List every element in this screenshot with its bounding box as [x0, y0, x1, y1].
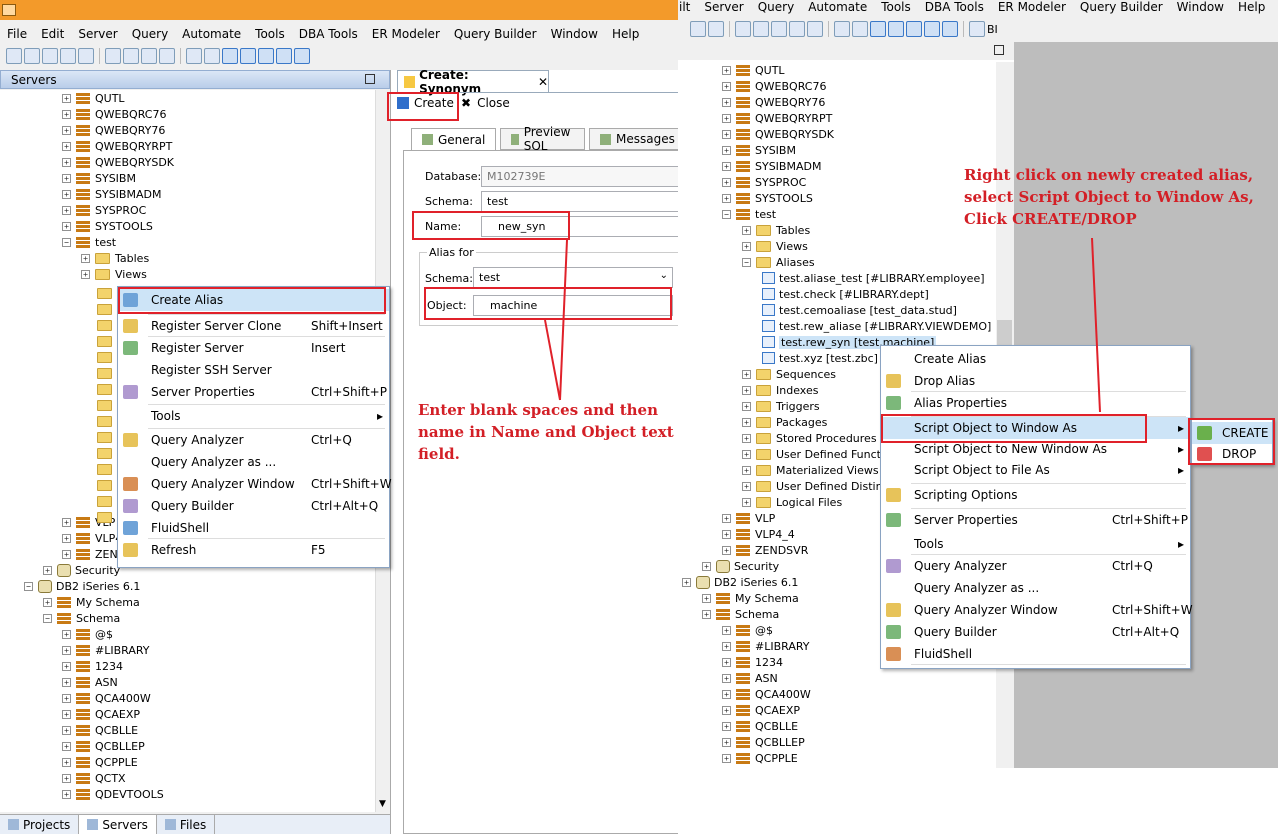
right-window: ilt Server Query Automate Tools DBA Tools ER M…: [678, 0, 1278, 834]
left-instruction-note: Enter blank spaces and then name in Name…: [418, 401, 674, 463]
left-window: File Edit Server Query Automate Tools DBA Tool…: [0, 0, 686, 834]
right-instruction-note: Right click on newly created alias, sele…: [964, 166, 1254, 228]
annotation-arrow-right: [1091, 237, 1101, 413]
